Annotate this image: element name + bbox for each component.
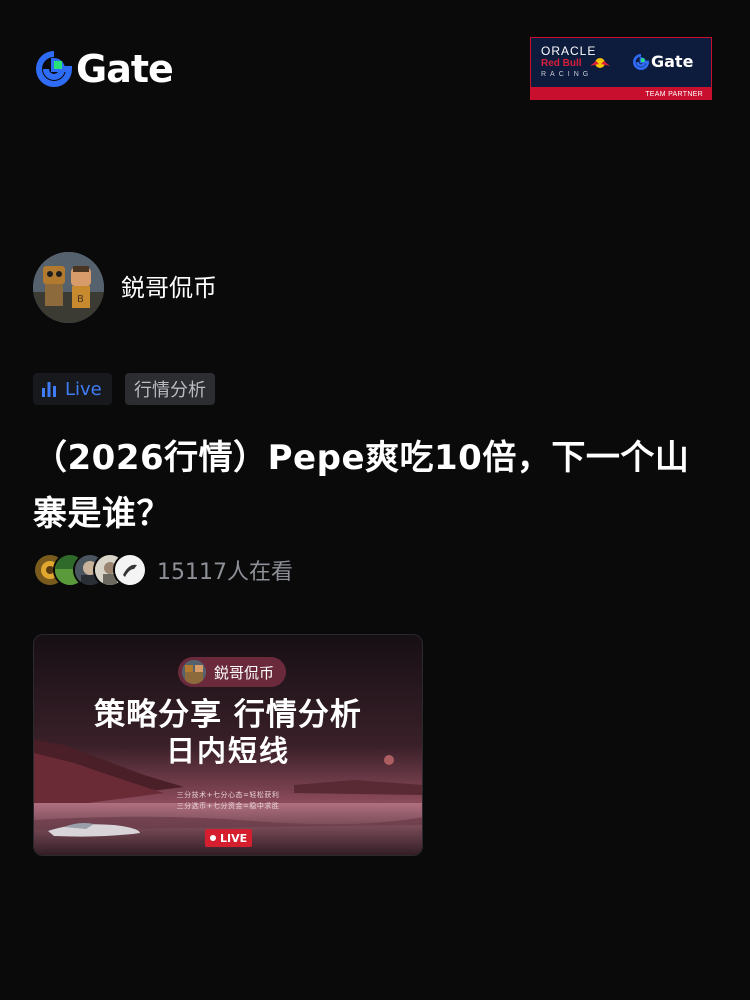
bar-chart-icon xyxy=(42,382,56,397)
author-avatar[interactable]: B xyxy=(33,252,104,323)
cover-subline-1: 三分技术+七分心态=轻松获利 xyxy=(176,791,280,799)
brand-name: Gate xyxy=(76,47,174,91)
team-partner-text: TEAM PARTNER xyxy=(645,91,703,98)
viewers-row: 15117人在看 xyxy=(33,553,293,587)
category-tag-label: 行情分析 xyxy=(134,380,206,401)
redbull-text: Red Bull xyxy=(541,58,582,69)
gate-logo-icon xyxy=(36,51,73,87)
gate-logo[interactable]: Gate xyxy=(36,47,174,91)
svg-text:B: B xyxy=(77,294,84,305)
partner-gate-logo: Gate xyxy=(633,52,693,71)
racing-text: RACING xyxy=(541,71,593,78)
partner-gate-text: Gate xyxy=(651,52,694,71)
gate-mini-icon xyxy=(633,53,649,70)
live-tag: Live xyxy=(33,373,112,405)
viewer-count: 15117人在看 xyxy=(157,560,293,585)
team-partner-banner: ORACLE Red Bull RACING Gate TEAM PARTNER xyxy=(530,37,712,100)
stream-title: （2026行情）Pepe爽吃10倍，下一个山寨是谁？ xyxy=(33,438,690,534)
viewer-avatar xyxy=(113,553,147,587)
stream-cover-card[interactable]: 鋭哥侃币 策略分享 行情分析 日内短线 三分技术+七分心态=轻松获利 三分选币+… xyxy=(33,634,423,856)
cover-headline-2: 日内短线 xyxy=(165,734,290,768)
live-badge-label: LIVE xyxy=(220,831,248,845)
cover-subline-2: 三分选币+七分资金=稳中求胜 xyxy=(176,802,280,810)
live-tag-label: Live xyxy=(65,378,102,400)
host-pill: 鋭哥侃币 xyxy=(178,657,287,687)
live-badge: LIVE xyxy=(205,829,253,847)
host-name: 鋭哥侃币 xyxy=(214,663,275,682)
red-bull-icon xyxy=(590,58,610,68)
host-avatar xyxy=(182,660,206,684)
category-tag[interactable]: 行情分析 xyxy=(125,373,215,405)
author-name[interactable]: 鋭哥侃币 xyxy=(121,272,217,304)
cover-headline-1: 策略分享 行情分析 xyxy=(94,697,362,733)
live-dot-icon xyxy=(210,835,216,841)
